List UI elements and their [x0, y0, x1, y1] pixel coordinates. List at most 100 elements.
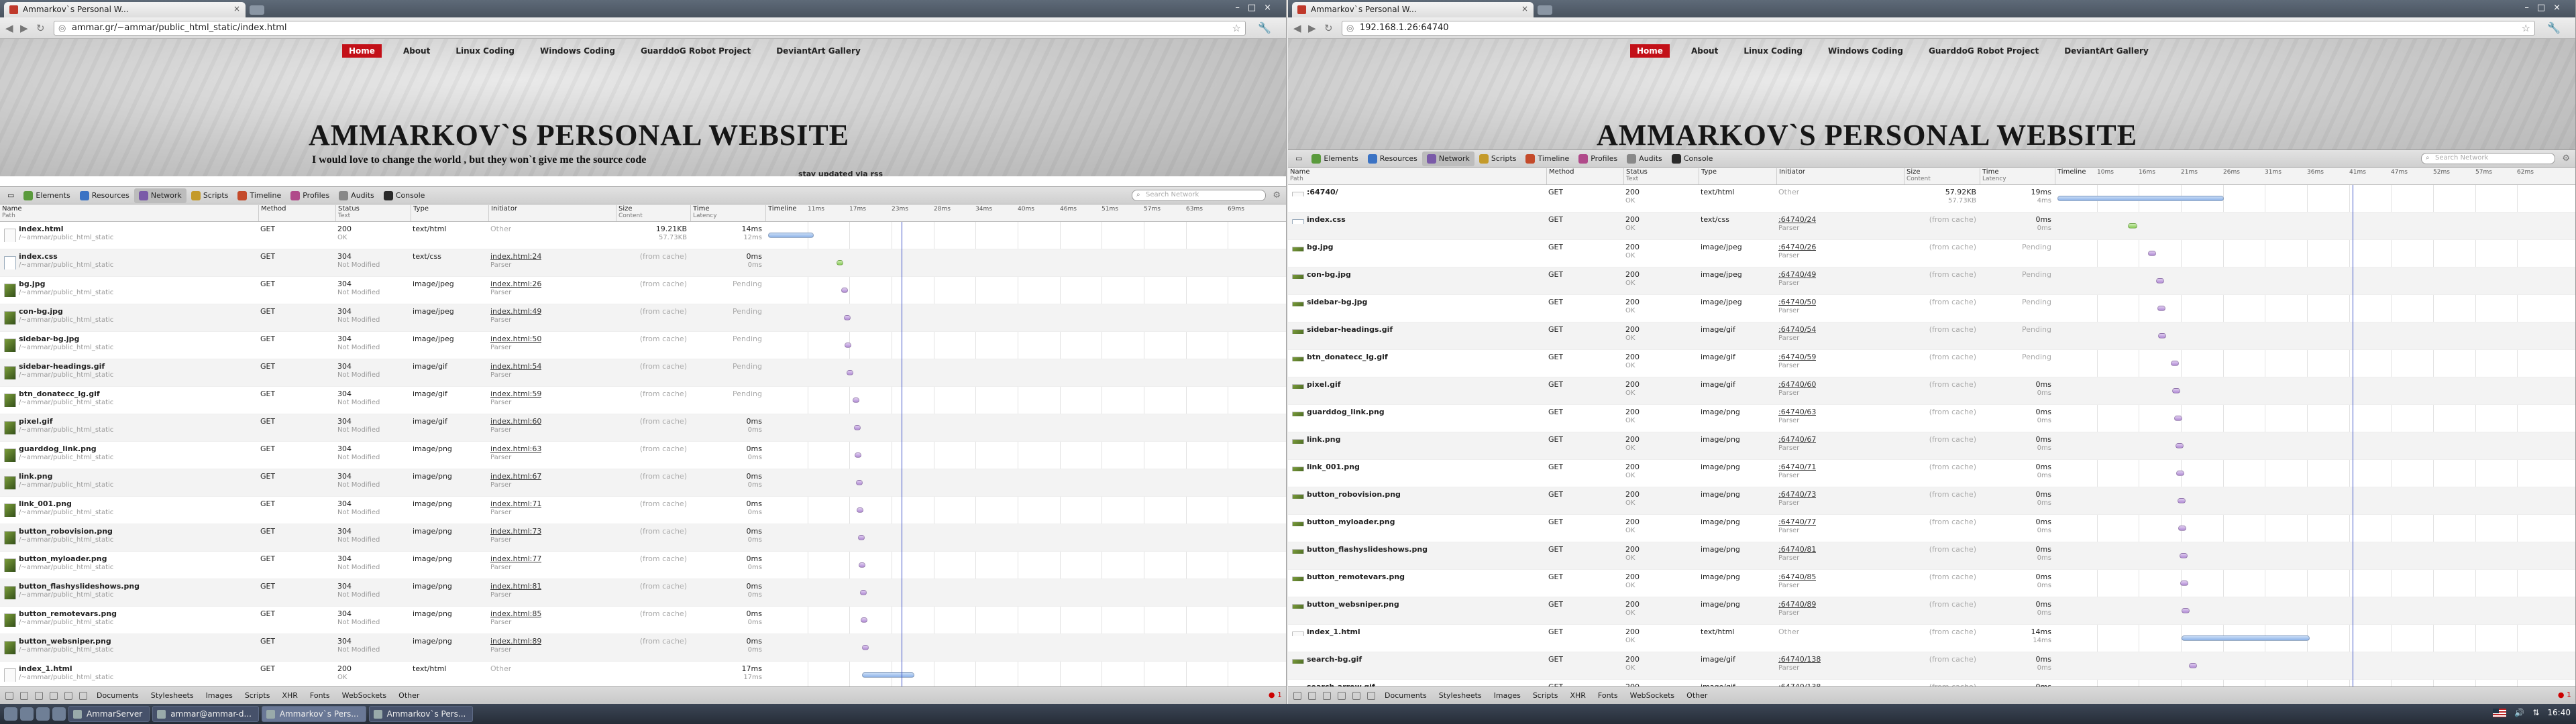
- initiator-link[interactable]: index.html:89: [490, 637, 541, 646]
- timeline-bar[interactable]: [860, 590, 867, 595]
- panel-tab-console[interactable]: Console: [379, 188, 430, 203]
- table-row[interactable]: button_flashyslideshows.png/~ammar/publi…: [0, 579, 1286, 607]
- clear-icon[interactable]: [1338, 691, 1346, 700]
- initiator-link[interactable]: index.html:60: [490, 417, 541, 426]
- record-icon[interactable]: [1352, 691, 1360, 700]
- header-col-type[interactable]: Type: [1699, 168, 1717, 184]
- resource-name[interactable]: guarddog_link.png/~ammar/public_html_sta…: [0, 444, 256, 462]
- timeline-bar[interactable]: [857, 507, 863, 513]
- volume-icon[interactable]: 🔊: [2514, 708, 2524, 717]
- table-row[interactable]: index.html/~ammar/public_html_static GET 2…: [0, 222, 1286, 249]
- table-row[interactable]: search-bg.gif GET 200 OK image/gif:64740/138…: [1288, 652, 2575, 680]
- timeline-bar[interactable]: [856, 480, 863, 485]
- rss-link[interactable]: stay updated via rss: [798, 170, 883, 176]
- timeline-bar[interactable]: [2182, 608, 2190, 613]
- panel-tab-scripts[interactable]: Scripts: [186, 188, 233, 203]
- timeline-bar[interactable]: [2178, 526, 2186, 531]
- filter-xhr[interactable]: XHR: [1567, 691, 1588, 700]
- timeline-bar[interactable]: [862, 645, 869, 650]
- table-row[interactable]: con-bg.jpg GET 200 OK image/jpeg:64740/49 Par…: [1288, 267, 2575, 295]
- initiator[interactable]: :64740/24 Parser: [1778, 215, 1816, 233]
- filter-documents[interactable]: Documents: [1382, 691, 1430, 700]
- panel-tab-resources[interactable]: Resources: [75, 188, 134, 203]
- clear-icon[interactable]: [50, 691, 58, 700]
- initiator[interactable]: :64740/71 Parser: [1778, 463, 1816, 480]
- filter-images[interactable]: Images: [1491, 691, 1523, 700]
- resource-name[interactable]: link.png/~ammar/public_html_static: [0, 472, 256, 489]
- resource-name[interactable]: button_myloader.png: [1288, 518, 1544, 526]
- table-row[interactable]: button_websniper.png GET 200 OK image/png:64…: [1288, 597, 2575, 625]
- resource-name[interactable]: sidebar-bg.jpg: [1288, 298, 1544, 306]
- initiator-link[interactable]: index.html:77: [490, 554, 541, 563]
- timeline-bar[interactable]: [862, 672, 914, 678]
- network-icon[interactable]: ⇅: [2532, 708, 2539, 717]
- header-col-timeline[interactable]: Timeline: [765, 205, 797, 221]
- site-menu-item-guarddog-robot-project[interactable]: GuarddoG Robot Project: [637, 44, 755, 58]
- table-row[interactable]: button_remotevars.png/~ammar/public_html…: [0, 607, 1286, 634]
- panel-tab-profiles[interactable]: Profiles: [1574, 152, 1622, 166]
- table-row[interactable]: link.png/~ammar/public_html_static GET 304…: [0, 469, 1286, 497]
- initiator-link[interactable]: :64740/85: [1778, 572, 1816, 581]
- timeline-bar[interactable]: [2156, 278, 2164, 284]
- resource-name[interactable]: index.css/~ammar/public_html_static: [0, 252, 256, 269]
- table-row[interactable]: button_myloader.png/~ammar/public_html_s…: [0, 552, 1286, 579]
- panel-tab-timeline[interactable]: Timeline: [233, 188, 286, 203]
- resource-name[interactable]: button_myloader.png/~ammar/public_html_s…: [0, 554, 256, 572]
- header-col-size[interactable]: Size Content: [616, 205, 643, 221]
- resource-name[interactable]: button_robovision.png: [1288, 490, 1544, 499]
- timeline-bar[interactable]: [837, 260, 843, 265]
- timeline-bar[interactable]: [847, 370, 853, 375]
- site-menu-item-deviantart-gallery[interactable]: DeviantArt Gallery: [2060, 44, 2153, 58]
- header-col-time[interactable]: Time Latency: [690, 205, 717, 221]
- table-row[interactable]: link.png GET 200 OK image/png:64740/67 Parser…: [1288, 432, 2575, 460]
- filter-scripts[interactable]: Scripts: [1530, 691, 1561, 700]
- initiator[interactable]: :64740/85 Parser: [1778, 572, 1816, 590]
- panel-tab-audits[interactable]: Audits: [1622, 152, 1667, 166]
- initiator-link[interactable]: index.html:49: [490, 307, 541, 316]
- window-controls[interactable]: –□×: [2524, 3, 2569, 13]
- filter-fonts[interactable]: Fonts: [1595, 691, 1621, 700]
- close-tab-icon[interactable]: ×: [1521, 4, 1528, 13]
- timeline-bar[interactable]: [855, 452, 861, 458]
- large-rows-icon[interactable]: [1323, 691, 1331, 700]
- initiator[interactable]: index.html:85 Parser: [490, 609, 541, 627]
- table-row[interactable]: button_remotevars.png GET 200 OK image/png:6…: [1288, 570, 2575, 597]
- timeline-bar[interactable]: [854, 425, 861, 430]
- address-bar[interactable]: ◎ ammar.gr/~ammar/public_html_static/inde…: [54, 21, 1246, 36]
- table-row[interactable]: pixel.gif/~ammar/public_html_static GET 30…: [0, 414, 1286, 442]
- timeline-bar[interactable]: [2178, 498, 2186, 503]
- resource-name[interactable]: button_flashyslideshows.png: [1288, 545, 1544, 554]
- initiator-link[interactable]: index.html:50: [490, 335, 541, 343]
- timeline-bar[interactable]: [2128, 223, 2137, 229]
- header-col-method[interactable]: Method: [258, 205, 286, 221]
- table-row[interactable]: button_myloader.png GET 200 OK image/png:647…: [1288, 515, 2575, 542]
- timeline-bar[interactable]: [2157, 306, 2165, 311]
- panel-tab-network[interactable]: Network: [133, 188, 186, 203]
- initiator[interactable]: index.html:50 Parser: [490, 335, 541, 352]
- browser-launcher-icon[interactable]: [20, 707, 34, 721]
- timeline-bar[interactable]: [2182, 636, 2310, 641]
- filter-scripts[interactable]: Scripts: [242, 691, 273, 700]
- filter-websockets[interactable]: WebSockets: [1627, 691, 1678, 700]
- resource-name[interactable]: link_001.png: [1288, 463, 1544, 471]
- initiator[interactable]: :64740/59 Parser: [1778, 353, 1816, 370]
- forward-arrow-icon[interactable]: ▶: [1308, 22, 1316, 34]
- initiator[interactable]: :64740/67 Parser: [1778, 435, 1816, 452]
- initiator[interactable]: :64740/138Parser: [1778, 655, 1821, 672]
- initiator[interactable]: :64740/77 Parser: [1778, 518, 1816, 535]
- header-col-initiator[interactable]: Initiator: [1776, 168, 1805, 184]
- resource-name[interactable]: bg.jpg: [1288, 243, 1544, 251]
- initiator-link[interactable]: :64740/89: [1778, 600, 1816, 609]
- error-count-icon[interactable]: ● 1: [1269, 690, 1282, 699]
- initiator-link[interactable]: :64740/73: [1778, 490, 1816, 499]
- initiator-link[interactable]: :64740/24: [1778, 215, 1816, 224]
- error-count-icon[interactable]: ● 1: [2558, 690, 2571, 699]
- initiator[interactable]: index.html:89 Parser: [490, 637, 541, 654]
- preserve-log-icon[interactable]: [79, 691, 87, 700]
- browser-tab[interactable]: Ammarkov`s Personal W... ×: [4, 2, 246, 17]
- timeline-bar[interactable]: [2171, 361, 2179, 366]
- resource-name[interactable]: btn_donatecc_lg.gif: [1288, 353, 1544, 361]
- resource-name[interactable]: index_1.html/~ammar/public_html_static: [0, 664, 256, 682]
- resource-name[interactable]: button_robovision.png/~ammar/public_html…: [0, 527, 256, 544]
- resource-name[interactable]: link.png: [1288, 435, 1544, 444]
